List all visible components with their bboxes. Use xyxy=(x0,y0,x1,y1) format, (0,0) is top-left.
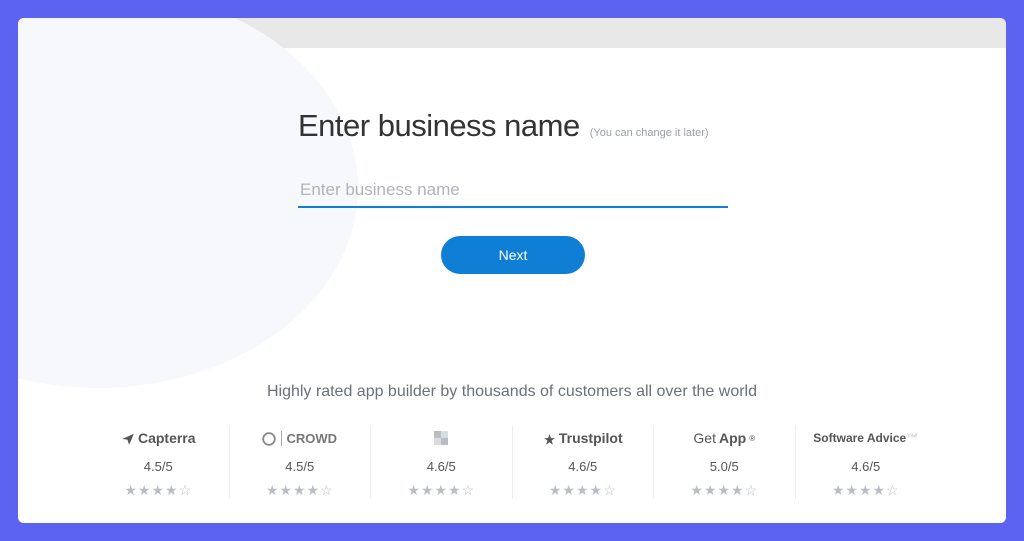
rating-score: 4.6/5 xyxy=(806,459,927,474)
trustpilot-star-icon xyxy=(543,430,556,446)
g2-logo: CROWD xyxy=(240,425,361,451)
rating-score: 5.0/5 xyxy=(664,459,785,474)
next-button[interactable]: Next xyxy=(441,236,586,274)
rating-card-capterra: Capterra 4.5/5 ★★★★☆ xyxy=(88,425,230,499)
rating-card-g2: CROWD 4.5/5 ★★★★☆ xyxy=(230,425,372,499)
getapp-icon: GetApp® xyxy=(693,430,755,446)
ratings-section: Highly rated app builder by thousands of… xyxy=(18,383,1006,499)
rating-card-getapp: GetApp® GetApp 5.0/5 ★★★★☆ xyxy=(654,425,796,499)
page-content: Enter business name (You can change it l… xyxy=(18,48,1006,523)
business-name-form: Enter business name (You can change it l… xyxy=(298,108,728,274)
heading-row: Enter business name (You can change it l… xyxy=(298,108,728,144)
g2-icon xyxy=(262,430,276,446)
heading-subtext: (You can change it later) xyxy=(590,127,709,139)
rating-card-softwareadvice: Software Advice™ Software Advice 4.6/5 ★… xyxy=(796,425,937,499)
rating-card-trustpilot: Trustpilot 4.6/5 ★★★★☆ xyxy=(513,425,655,499)
business-name-input[interactable] xyxy=(298,174,728,208)
rating-score: 4.6/5 xyxy=(523,459,644,474)
rating-stars: ★★★★☆ xyxy=(240,482,361,499)
getapp-logo: GetApp® GetApp xyxy=(664,425,785,451)
softwareadvice-logo: Software Advice™ Software Advice xyxy=(806,425,927,451)
rating-stars: ★★★★☆ xyxy=(381,482,502,499)
rating-score: 4.6/5 xyxy=(381,459,502,474)
browser-frame: Enter business name (You can change it l… xyxy=(18,18,1006,523)
rating-logo-label: Trustpilot xyxy=(559,430,623,446)
trustpilot-logo: Trustpilot xyxy=(523,425,644,451)
rating-card-pixel: 4.6/5 ★★★★☆ xyxy=(371,425,513,499)
rating-stars: ★★★★☆ xyxy=(98,482,219,499)
rating-stars: ★★★★☆ xyxy=(806,482,927,499)
ratings-grid: Capterra 4.5/5 ★★★★☆ CROWD xyxy=(18,425,1006,499)
rating-stars: ★★★★☆ xyxy=(523,482,644,499)
rating-score: 4.5/5 xyxy=(240,459,361,474)
rating-logo-label: CROWD xyxy=(281,431,337,446)
rating-score: 4.5/5 xyxy=(98,459,219,474)
pixel-icon xyxy=(434,431,448,445)
ratings-title: Highly rated app builder by thousands of… xyxy=(18,383,1006,401)
capterra-logo: Capterra xyxy=(98,425,219,451)
rating-logo-label: Capterra xyxy=(138,430,196,446)
page-heading: Enter business name xyxy=(298,108,580,144)
capterra-icon xyxy=(121,430,135,446)
pixel-logo xyxy=(381,425,502,451)
rating-stars: ★★★★☆ xyxy=(664,482,785,499)
softwareadvice-icon: Software Advice™ xyxy=(813,431,918,445)
